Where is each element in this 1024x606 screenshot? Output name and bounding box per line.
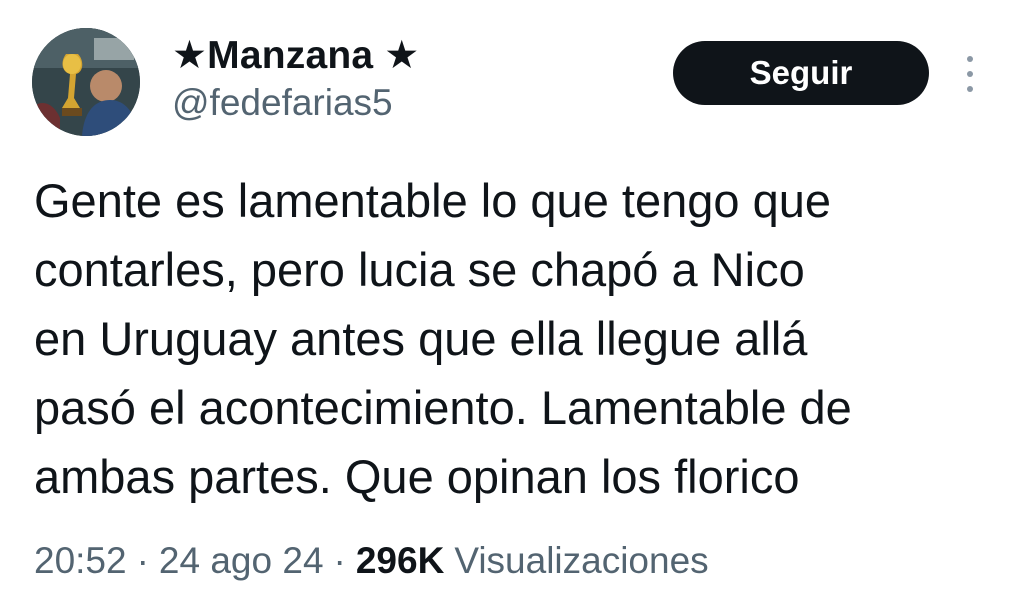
more-dot xyxy=(967,86,973,92)
tweet-time[interactable]: 20:52 xyxy=(34,540,127,582)
more-dot xyxy=(967,56,973,62)
tweet-date[interactable]: 24 ago 24 xyxy=(159,540,324,582)
meta-separator: · xyxy=(136,540,149,581)
meta-separator: · xyxy=(333,540,346,581)
avatar-image xyxy=(32,28,140,136)
display-name[interactable]: ★Manzana ★ xyxy=(172,33,419,78)
follow-button[interactable]: Seguir xyxy=(673,41,929,105)
tweet-meta: 20:52 · 24 ago 24 · 296K Visualizaciones xyxy=(34,540,709,582)
tweet-card: ★Manzana ★ @fedefarias5 Seguir Gente es … xyxy=(0,0,1024,606)
views-label[interactable]: Visualizaciones xyxy=(454,540,708,582)
user-handle[interactable]: @fedefarias5 xyxy=(172,82,393,124)
avatar[interactable] xyxy=(32,28,140,136)
views-count[interactable]: 296K xyxy=(356,540,444,582)
more-dot xyxy=(967,71,973,77)
more-vertical-icon[interactable] xyxy=(960,56,980,92)
tweet-text: Gente es lamentable lo que tengo que con… xyxy=(34,174,852,503)
